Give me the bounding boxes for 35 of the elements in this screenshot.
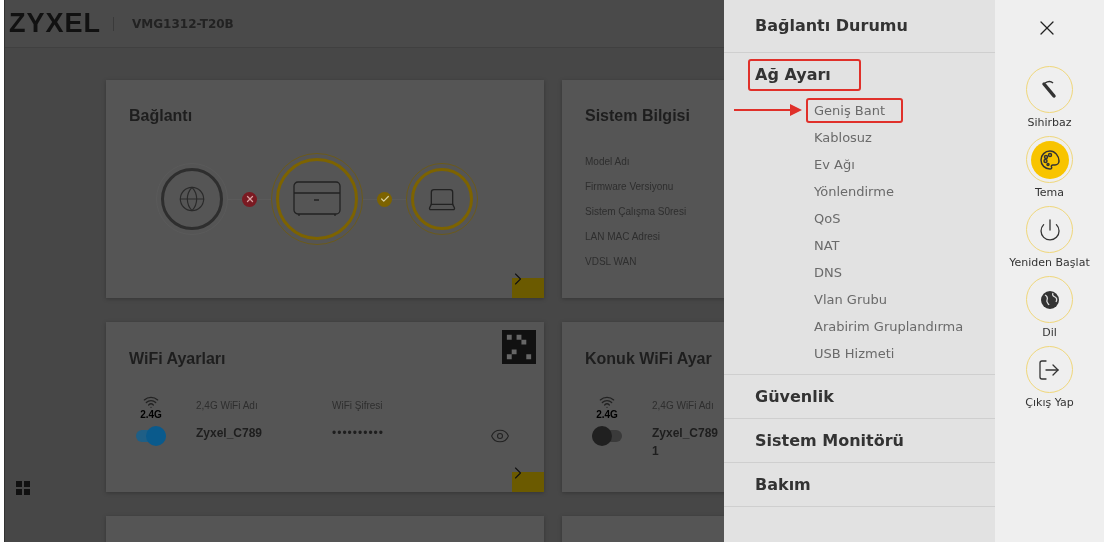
card-title: Sistem Bilgisi	[585, 106, 690, 126]
wifi-icon	[597, 394, 617, 410]
menu-section[interactable]: Ağ Ayarı	[748, 59, 861, 91]
grid-icon[interactable]	[15, 480, 31, 496]
menu-item[interactable]: Geniş Bant	[806, 97, 904, 124]
qr-code-icon[interactable]	[502, 330, 536, 364]
arrow	[734, 103, 804, 117]
next-corner-button[interactable]	[512, 278, 544, 298]
menu-item[interactable]: Arabirim Gruplandırma	[806, 313, 972, 340]
card-title: WiFi Ayarları	[129, 349, 226, 369]
band-label: 2.4G	[596, 410, 618, 420]
action-button[interactable]: Yeniden Başlat	[1009, 206, 1090, 273]
menu-section[interactable]: Sistem Monitörü	[748, 424, 911, 457]
router-icon	[293, 181, 341, 217]
card-title: Bağlantı	[129, 106, 193, 126]
logo: ZYXEL	[9, 7, 101, 41]
power-icon	[1037, 217, 1062, 242]
menu-item[interactable]: Yönlendirme	[806, 178, 902, 205]
menu-section[interactable]: Bakım	[748, 468, 818, 501]
menu-item[interactable]: Ev Ağı	[806, 151, 863, 178]
band-label: 2.4G	[140, 410, 162, 420]
menu-item[interactable]: Vlan Grubu	[806, 286, 895, 313]
menu-item[interactable]: NAT	[806, 232, 848, 259]
palette-icon	[1037, 147, 1062, 172]
menu-item[interactable]: DNS	[806, 259, 850, 286]
menu-item[interactable]: Kablosuz	[806, 124, 880, 151]
menu-section[interactable]: Bağlantı Durumu	[748, 10, 915, 42]
menu-item[interactable]: QoS	[806, 205, 849, 232]
globe-icon	[178, 185, 206, 213]
menu-section[interactable]: Güvenlik	[748, 380, 841, 413]
password-text: ••••••••••	[332, 425, 384, 442]
wifi-icon	[141, 394, 161, 410]
next-corner-button[interactable]	[512, 472, 544, 492]
ssid-text: Zyxel_C789	[196, 425, 263, 442]
menu-item[interactable]: USB Hizmeti	[806, 340, 903, 367]
